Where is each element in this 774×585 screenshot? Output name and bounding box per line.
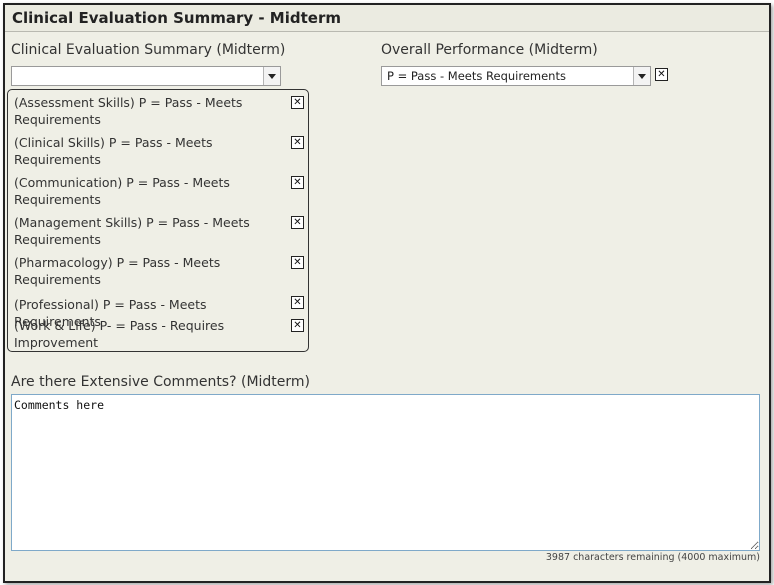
remove-item-icon[interactable]: ✕ [291,96,304,109]
list-item: (Pharmacology) P = Pass - Meets Requirem… [14,255,221,287]
list-item: (Assessment Skills) P = Pass - Meets Req… [14,95,243,127]
comments-textarea[interactable] [11,394,760,551]
remove-item-icon[interactable]: ✕ [291,216,304,229]
overall-label: Overall Performance (Midterm) [381,42,598,58]
remove-item-icon[interactable]: ✕ [291,319,304,332]
summary-selected-list: (Assessment Skills) P = Pass - Meets Req… [7,89,309,352]
summary-select[interactable] [11,66,281,86]
list-item: (Communication) P = Pass - Meets Require… [14,175,230,207]
character-counter: 3987 characters remaining (4000 maximum) [545,552,760,563]
comments-label: Are there Extensive Comments? (Midterm) [11,374,311,390]
panel-title: Clinical Evaluation Summary - Midterm [5,5,769,32]
overall-select-value: P = Pass - Meets Requirements [387,69,566,83]
list-item: (Clinical Skills) P = Pass - Meets Requi… [14,135,213,167]
list-item: (Management Skills) P = Pass - Meets Req… [14,215,250,247]
summary-label: Clinical Evaluation Summary (Midterm) [11,42,286,58]
chevron-down-icon[interactable] [633,67,650,85]
overall-select[interactable]: P = Pass - Meets Requirements [381,66,651,86]
remove-item-icon[interactable]: ✕ [291,296,304,309]
list-item: (Work & Life) P- = Pass - Requires Impro… [14,318,225,350]
remove-item-icon[interactable]: ✕ [291,256,304,269]
clear-overall-icon[interactable]: ✕ [655,68,668,81]
remove-item-icon[interactable]: ✕ [291,136,304,149]
remove-item-icon[interactable]: ✕ [291,176,304,189]
chevron-down-icon[interactable] [263,67,280,85]
